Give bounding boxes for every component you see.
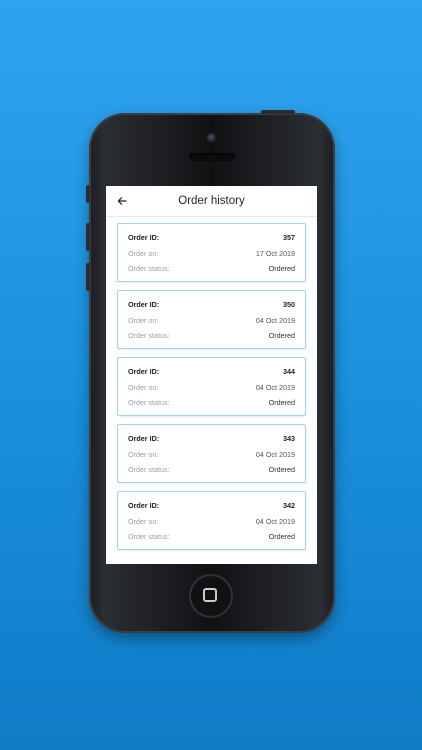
order-date-value: 04 Oct 2019 — [255, 449, 295, 459]
volume-up-button — [86, 223, 90, 251]
order-card[interactable]: Order ID: 344 Order on: 04 Oct 2019 Orde… — [117, 357, 306, 416]
order-id-label: Order ID: — [128, 300, 160, 310]
order-date-row: Order on: 04 Oct 2019 — [128, 447, 295, 463]
order-date-label: Order on: — [128, 449, 159, 459]
order-id-value: 344 — [283, 367, 295, 377]
order-date-row: Order on: 04 Oct 2019 — [128, 313, 295, 329]
order-status-label: Order status: — [128, 532, 170, 542]
order-status-value: Ordered — [268, 532, 295, 542]
order-id-value: 343 — [283, 434, 295, 444]
order-status-row: Order status: Ordered — [128, 328, 295, 344]
volume-down-button — [86, 263, 90, 291]
arrow-left-icon[interactable] — [115, 194, 129, 208]
order-date-label: Order on: — [128, 516, 159, 526]
order-card[interactable]: Order ID: 357 Order on: 17 Oct 2019 Orde… — [117, 223, 306, 282]
order-date-label: Order on: — [128, 382, 159, 392]
order-date-row: Order on: 04 Oct 2019 — [128, 380, 295, 396]
order-id-label: Order ID: — [128, 434, 160, 444]
order-id-label: Order ID: — [128, 367, 160, 377]
order-date-value: 04 Oct 2019 — [255, 315, 295, 325]
order-id-row: Order ID: 357 — [128, 230, 295, 246]
home-button[interactable] — [189, 574, 233, 618]
order-status-label: Order status: — [128, 465, 170, 475]
order-id-value: 350 — [283, 300, 295, 310]
order-date-row: Order on: 04 Oct 2019 — [128, 514, 295, 530]
order-card[interactable]: Order ID: 350 Order on: 04 Oct 2019 Orde… — [117, 290, 306, 349]
order-status-label: Order status: — [128, 398, 170, 408]
order-status-label: Order status: — [128, 264, 170, 274]
order-status-value: Ordered — [268, 264, 295, 274]
home-square-icon — [203, 588, 217, 602]
earpiece-speaker — [189, 153, 235, 161]
order-id-label: Order ID: — [128, 501, 160, 511]
phone-screen: Order history Order ID: 357 Order on: 17… — [106, 186, 317, 564]
order-status-value: Ordered — [268, 331, 295, 341]
order-id-label: Order ID: — [128, 233, 160, 243]
order-card[interactable]: Order ID: 343 Order on: 04 Oct 2019 Orde… — [117, 424, 306, 483]
order-status-label: Order status: — [128, 331, 170, 341]
order-date-value: 17 Oct 2019 — [255, 248, 295, 258]
power-button — [261, 110, 295, 114]
phone-frame: Order history Order ID: 357 Order on: 17… — [86, 110, 335, 633]
order-id-row: Order ID: 350 — [128, 297, 295, 313]
order-status-row: Order status: Ordered — [128, 395, 295, 411]
order-id-value: 357 — [283, 233, 295, 243]
front-camera — [207, 133, 217, 143]
page-title: Order history — [178, 195, 245, 207]
order-id-row: Order ID: 342 — [128, 498, 295, 514]
order-status-row: Order status: Ordered — [128, 462, 295, 478]
order-list: Order ID: 357 Order on: 17 Oct 2019 Orde… — [106, 217, 317, 550]
order-id-row: Order ID: 343 — [128, 431, 295, 447]
order-status-value: Ordered — [268, 398, 295, 408]
order-date-label: Order on: — [128, 315, 159, 325]
order-date-value: 04 Oct 2019 — [255, 516, 295, 526]
order-date-label: Order on: — [128, 248, 159, 258]
order-id-row: Order ID: 344 — [128, 364, 295, 380]
order-date-value: 04 Oct 2019 — [255, 382, 295, 392]
order-card[interactable]: Order ID: 342 Order on: 04 Oct 2019 Orde… — [117, 491, 306, 550]
order-status-row: Order status: Ordered — [128, 261, 295, 277]
order-date-row: Order on: 17 Oct 2019 — [128, 246, 295, 262]
order-status-value: Ordered — [268, 465, 295, 475]
mute-switch — [86, 185, 90, 203]
order-id-value: 342 — [283, 501, 295, 511]
app-bar: Order history — [106, 186, 317, 217]
order-status-row: Order status: Ordered — [128, 529, 295, 545]
